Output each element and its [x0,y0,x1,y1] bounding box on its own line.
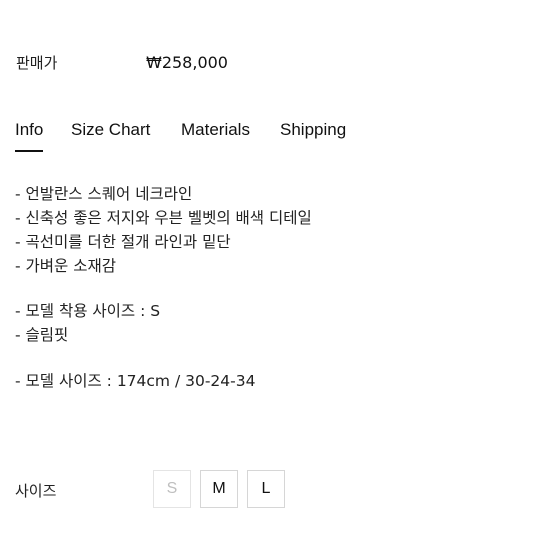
product-title-cropped [14,0,78,4]
description-line: - 슬림핏 [15,326,69,344]
tab-size-chart[interactable]: Size Chart [71,120,150,140]
tab-materials[interactable]: Materials [181,120,250,140]
price-value: ₩258,000 [146,53,228,72]
description-line: - 신축성 좋은 저지와 우븐 벨벳의 배색 디테일 [15,209,312,227]
description-line: - 언발란스 스퀘어 네크라인 [15,185,193,203]
description-line: - 모델 사이즈 : 174cm / 30-24-34 [15,372,256,390]
size-option-m[interactable]: M [200,470,238,508]
description-line: - 가벼운 소재감 [15,257,117,275]
description-line: - 모델 착용 사이즈 : S [15,302,161,320]
description-line: - 곡선미를 더한 절개 라인과 밑단 [15,233,231,251]
size-label: 사이즈 [15,482,57,500]
size-option-l[interactable]: L [247,470,285,508]
product-info-tabs: Info Size Chart Materials Shipping [15,120,535,154]
price-label: 판매가 [16,54,58,72]
tab-info[interactable]: Info [15,120,44,152]
price-row: 판매가 ₩258,000 [16,52,536,76]
tab-shipping[interactable]: Shipping [280,120,346,140]
size-option-s[interactable]: S [153,470,191,508]
